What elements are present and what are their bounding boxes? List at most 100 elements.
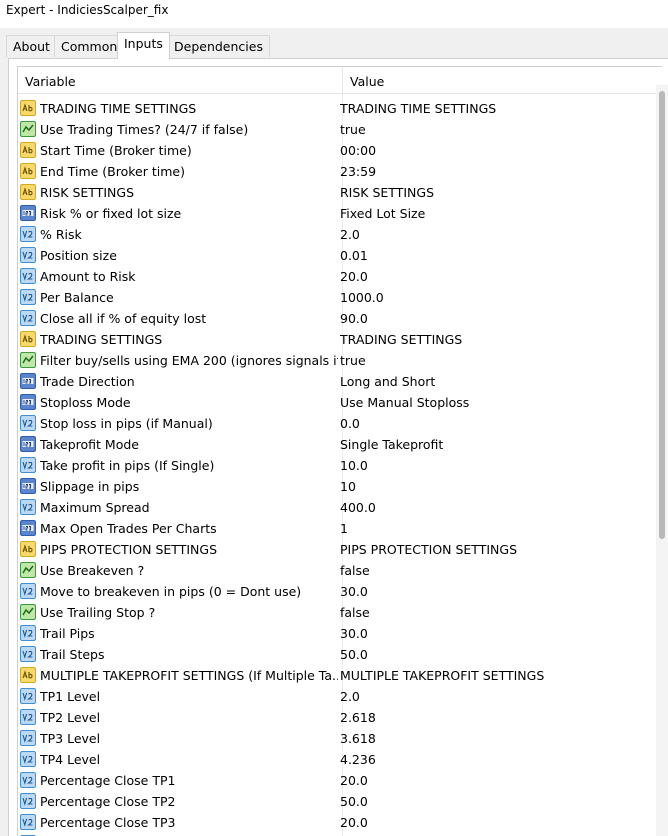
table-row[interactable]: TRADING TIME SETTINGS TRADING TIME SETTIN…	[18, 98, 662, 119]
table-row[interactable]: Trade Direction Long and Short	[18, 371, 662, 392]
parameter-rows: TRADING TIME SETTINGS TRADING TIME SETTIN…	[18, 98, 662, 836]
parameter-value[interactable]: PIPS PROTECTION SETTINGS	[340, 542, 640, 557]
table-row[interactable]: Percentage Close TP3 20.0	[18, 812, 662, 833]
parameter-value[interactable]: 20.0	[340, 269, 640, 284]
table-row[interactable]: End Time (Broker time) 23:59	[18, 161, 662, 182]
parameter-value[interactable]: TRADING SETTINGS	[340, 332, 640, 347]
parameter-name: Use Trailing Stop ?	[40, 605, 156, 620]
table-row[interactable]: Per Balance 1000.0	[18, 287, 662, 308]
parameter-value[interactable]: 30.0	[340, 626, 640, 641]
parameter-value[interactable]: Fixed Lot Size	[340, 206, 640, 221]
parameter-value[interactable]: 0.0	[340, 416, 640, 431]
parameter-value[interactable]: 50.0	[340, 794, 640, 809]
table-row[interactable]: Use Breakeven ? false	[18, 560, 662, 581]
parameter-value[interactable]: 2.0	[340, 689, 640, 704]
parameter-value[interactable]: 0.01	[340, 248, 640, 263]
table-row[interactable]: Percentage Close TP1 20.0	[18, 770, 662, 791]
parameter-value[interactable]: 10	[340, 479, 640, 494]
table-row[interactable]: MULTIPLE TAKEPROFIT SETTINGS (If Multipl…	[18, 665, 662, 686]
parameter-value[interactable]: 2.0	[340, 227, 640, 242]
parameter-value[interactable]: Use Manual Stoploss	[340, 395, 640, 410]
double-icon	[20, 772, 36, 788]
table-row[interactable]: Close all if % of equity lost 90.0	[18, 308, 662, 329]
table-row[interactable]: Take profit in pips (If Single) 10.0	[18, 455, 662, 476]
parameter-value[interactable]: 1	[340, 521, 640, 536]
column-header-variable[interactable]: Variable	[25, 74, 76, 89]
parameter-value[interactable]: true	[340, 353, 640, 368]
parameter-value[interactable]: MULTIPLE TAKEPROFIT SETTINGS	[340, 668, 640, 683]
table-row[interactable]: Stop loss in pips (if Manual) 0.0	[18, 413, 662, 434]
parameter-value[interactable]: 00:00	[340, 143, 640, 158]
table-row[interactable]: Trail Pips 30.0	[18, 623, 662, 644]
column-header-value[interactable]: Value	[350, 74, 384, 89]
double-icon	[20, 709, 36, 725]
enum-icon	[20, 205, 36, 221]
double-icon	[20, 583, 36, 599]
parameter-value[interactable]: 2.618	[340, 710, 640, 725]
tab-inputs[interactable]: Inputs	[117, 32, 170, 59]
parameter-value[interactable]: 400.0	[340, 500, 640, 515]
string-icon	[20, 163, 36, 179]
parameter-value[interactable]: 10.0	[340, 458, 640, 473]
parameter-name: Percentage Close TP3	[40, 815, 176, 830]
table-row[interactable]: TRADING SETTINGS TRADING SETTINGS	[18, 329, 662, 350]
table-row[interactable]: Trail Steps 50.0	[18, 644, 662, 665]
table-row[interactable]: Position size 0.01	[18, 245, 662, 266]
scrollbar-thumb[interactable]	[659, 91, 665, 539]
table-row[interactable]: Use Trailing Stop ? false	[18, 602, 662, 623]
parameter-name: Percentage Close TP1	[40, 773, 176, 788]
parameter-value[interactable]: true	[340, 122, 640, 137]
parameter-value[interactable]: false	[340, 563, 640, 578]
table-row[interactable]: Takeprofit Mode Single Takeprofit	[18, 434, 662, 455]
table-row[interactable]: TP4 Level 4.236	[18, 749, 662, 770]
string-icon	[20, 331, 36, 347]
table-row[interactable]: TP1 Level 2.0	[18, 686, 662, 707]
parameter-name: Percentage Close TP2	[40, 794, 176, 809]
table-row[interactable]: Stoploss Mode Use Manual Stoploss	[18, 392, 662, 413]
table-row[interactable]: Filter buy/sells using EMA 200 (ignores …	[18, 350, 662, 371]
parameter-value[interactable]: 20.0	[340, 815, 640, 830]
table-row[interactable]: Max Open Trades Per Charts 1	[18, 518, 662, 539]
table-row[interactable]: TP3 Level 3.618	[18, 728, 662, 749]
double-icon	[20, 793, 36, 809]
table-row[interactable]: Risk % or fixed lot size Fixed Lot Size	[18, 203, 662, 224]
table-row[interactable]: TP2 Level 2.618	[18, 707, 662, 728]
parameter-name: Amount to Risk	[40, 269, 136, 284]
window-title: Expert - IndiciesScalper_fix	[0, 0, 668, 28]
table-row[interactable]: Use Trading Times? (24/7 if false) true	[18, 119, 662, 140]
table-row[interactable]: Maximum Spread 400.0	[18, 497, 662, 518]
parameter-name: MULTIPLE TAKEPROFIT SETTINGS (If Multipl…	[40, 668, 338, 683]
tab-bar: About Common Inputs Dependencies	[0, 28, 668, 59]
parameter-value[interactable]: TRADING TIME SETTINGS	[340, 101, 640, 116]
table-row[interactable]: Move to breakeven in pips (0 = Dont use)…	[18, 581, 662, 602]
tab-about[interactable]: About	[6, 35, 57, 57]
tab-dependencies[interactable]: Dependencies	[167, 35, 270, 57]
parameter-name: Use Trading Times? (24/7 if false)	[40, 122, 249, 137]
parameter-value[interactable]: 90.0	[340, 311, 640, 326]
table-row[interactable]: Start Time (Broker time) 00:00	[18, 140, 662, 161]
parameter-value[interactable]: Single Takeprofit	[340, 437, 640, 452]
tab-common[interactable]: Common	[54, 35, 125, 57]
table-row[interactable]: RISK SETTINGS RISK SETTINGS	[18, 182, 662, 203]
table-row[interactable]: Slippage in pips 10	[18, 476, 662, 497]
parameter-value[interactable]: Long and Short	[340, 374, 640, 389]
table-row[interactable]: PIPS PROTECTION SETTINGS PIPS PROTECTION …	[18, 539, 662, 560]
parameter-value[interactable]: false	[340, 605, 640, 620]
parameter-value[interactable]: 3.618	[340, 731, 640, 746]
table-row[interactable]: % Risk 2.0	[18, 224, 662, 245]
parameter-value[interactable]: 20.0	[340, 773, 640, 788]
table-row[interactable]: Percentage Close TP2 50.0	[18, 791, 662, 812]
parameter-value[interactable]: RISK SETTINGS	[340, 185, 640, 200]
table-row[interactable]: Amount to Risk 20.0	[18, 266, 662, 287]
parameter-name: Maximum Spread	[40, 500, 150, 515]
parameter-value[interactable]: 1000.0	[340, 290, 640, 305]
parameter-name: Filter buy/sells using EMA 200 (ignores …	[40, 353, 338, 368]
parameter-value[interactable]: 23:59	[340, 164, 640, 179]
parameter-value[interactable]: 50.0	[340, 647, 640, 662]
parameter-value[interactable]: 30.0	[340, 584, 640, 599]
bool-icon	[20, 352, 36, 368]
vertical-scrollbar[interactable]	[656, 85, 668, 836]
string-icon	[20, 142, 36, 158]
column-separator[interactable]	[342, 67, 343, 94]
parameter-value[interactable]: 4.236	[340, 752, 640, 767]
